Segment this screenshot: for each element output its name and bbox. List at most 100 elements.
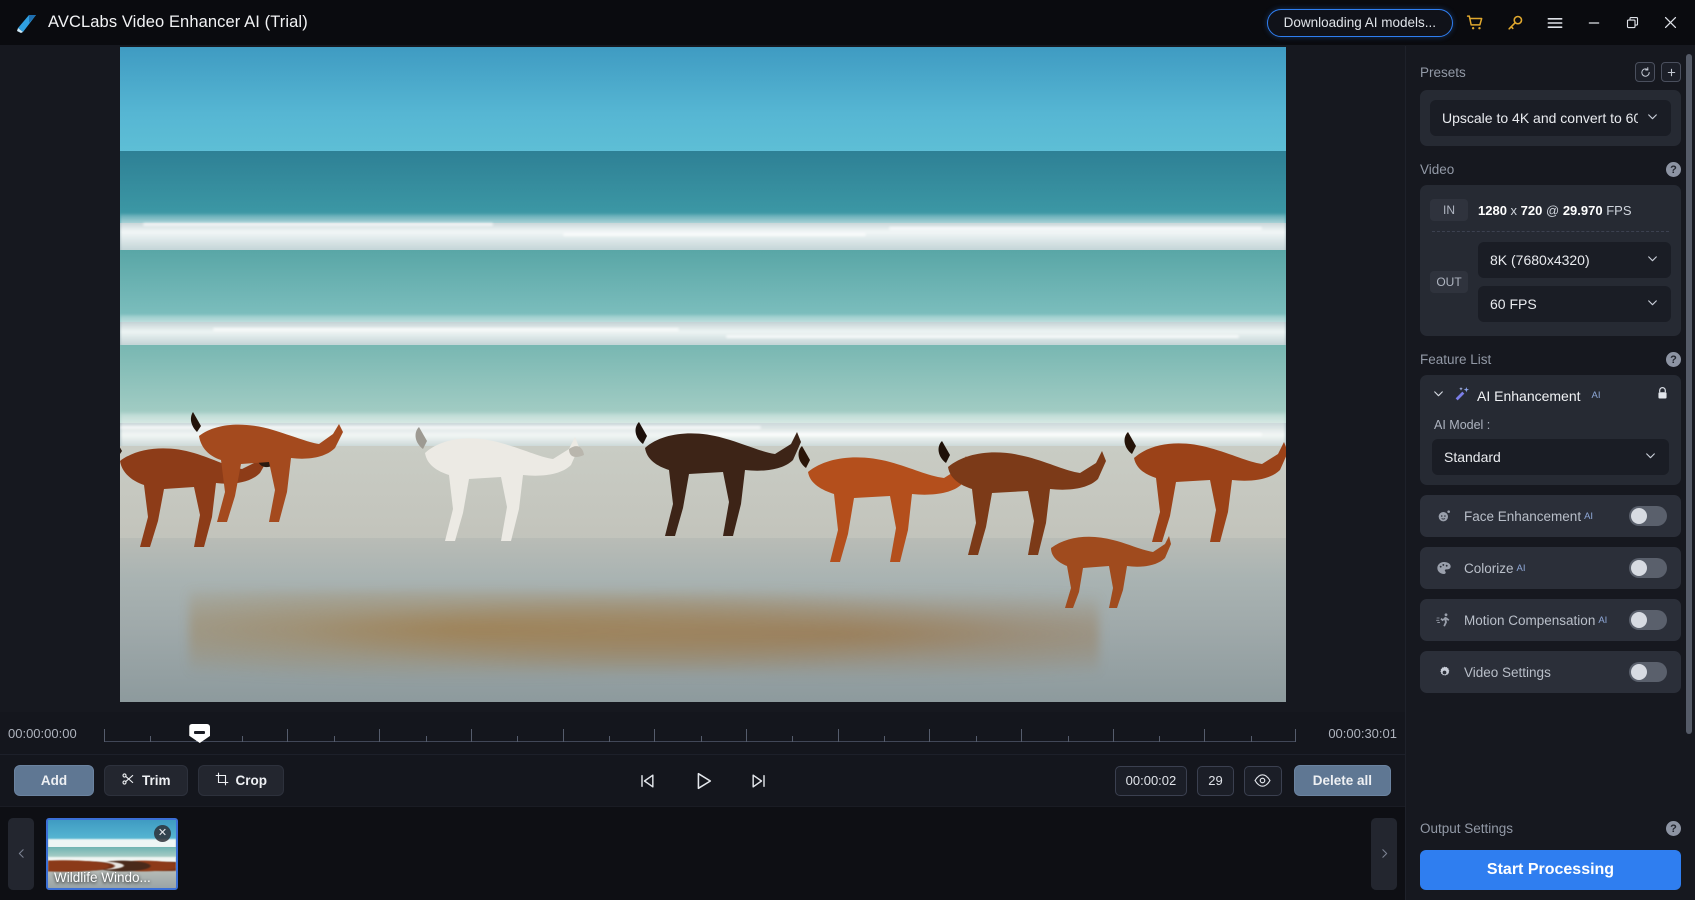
editor-column: 00:00:00:00 [0,46,1405,900]
scene-wave-streak [143,223,493,226]
download-status-pill[interactable]: Downloading AI models... [1267,9,1453,37]
skip-next-icon[interactable] [748,770,770,792]
crop-button-label: Crop [236,773,268,788]
output-settings-header[interactable]: Output Settings ? [1420,811,1681,844]
crop-button[interactable]: Crop [198,765,285,796]
timeline-tick [1113,729,1114,742]
ai-enhancement-label: AI Enhancement [1477,388,1581,404]
feature-colorize[interactable]: Colorize AI [1420,547,1681,589]
timeline-tick [838,729,839,742]
app-title: AVCLabs Video Enhancer AI (Trial) [48,13,308,32]
timeline-tick [654,729,655,742]
plus-icon[interactable] [1661,62,1681,82]
help-icon[interactable]: ? [1666,821,1681,836]
feature-motion-compensation[interactable]: Motion Compensation AI [1420,599,1681,641]
video-frame[interactable] [120,47,1286,702]
timeline-ruler[interactable] [104,720,1295,746]
maximize-restore-icon[interactable] [1615,6,1649,40]
timeline-end-time: 00:00:30:01 [1305,726,1397,741]
add-button[interactable]: Add [14,765,94,796]
control-bar: Add Trim [0,754,1405,806]
timeline-bar[interactable]: 00:00:00:00 [0,712,1405,754]
minimize-icon[interactable] [1577,6,1611,40]
ai-model-value: Standard [1444,449,1501,465]
feature-label: Motion Compensation [1464,613,1595,628]
output-settings-title: Output Settings [1420,821,1513,836]
timeline-ruler-line [104,741,1295,742]
input-x: x [1511,203,1518,218]
eye-icon[interactable] [1244,766,1282,796]
feature-video-settings[interactable]: Video Settings [1420,651,1681,693]
cart-icon[interactable] [1457,6,1493,40]
scissors-icon [121,772,135,789]
scene-horse-foal [1041,514,1171,610]
video-settings-toggle[interactable] [1629,662,1667,682]
output-fps-value: 60 FPS [1490,296,1537,312]
ai-model-select[interactable]: Standard [1432,439,1669,475]
timeline-tick [701,736,702,742]
input-fps-unit: FPS [1606,203,1631,218]
filmstrip: ✕ Wildlife Windo... [0,806,1405,900]
chevron-down-icon[interactable] [1432,387,1445,405]
hamburger-menu-icon[interactable] [1537,6,1573,40]
scene-sky [120,47,1286,158]
delete-all-button[interactable]: Delete all [1294,765,1391,796]
scene-wave-streak [563,233,866,236]
video-card: IN 1280 x 720 @ 29.970 FPS OUT [1420,185,1681,336]
help-icon[interactable]: ? [1666,162,1681,177]
ai-enhancement-header[interactable]: AI Enhancement AI [1432,385,1669,406]
ai-enhancement-card: AI Enhancement AI AI Model : Standard [1420,375,1681,485]
sidebar-scroll-area: Presets Upscale to 4K a [1406,46,1695,811]
ai-badge: AI [1598,615,1607,626]
skip-previous-icon[interactable] [636,770,658,792]
play-icon[interactable] [692,770,714,792]
scene-wave-streak [213,328,679,331]
timeline-tick [334,736,335,742]
title-bar: AVCLabs Video Enhancer AI (Trial) Downlo… [0,0,1695,46]
input-height: 720 [1521,203,1543,218]
scene-sea-mid [120,250,1286,322]
chevron-left-icon[interactable] [8,818,34,890]
list-item[interactable]: ✕ Wildlife Windo... [46,818,178,890]
crop-icon [215,772,229,789]
timeline-tick [242,736,243,742]
presets-actions [1635,62,1681,82]
presets-card: Upscale to 4K and convert to 60 fp [1420,90,1681,146]
ai-badge: AI [1517,563,1526,574]
output-fps-select[interactable]: 60 FPS [1478,286,1671,322]
video-preview-area [0,46,1405,712]
close-circle-icon[interactable]: ✕ [154,825,171,842]
feature-label: Face Enhancement [1464,509,1581,524]
timeline-tick [929,729,930,742]
output-resolution-value: 8K (7680x4320) [1490,252,1590,268]
chevron-right-icon[interactable] [1371,818,1397,890]
timeline-tick [1251,736,1252,742]
current-time-field[interactable]: 00:00:02 [1115,766,1188,796]
trim-button[interactable]: Trim [104,765,188,796]
sidebar-scrollbar[interactable] [1686,54,1692,734]
toggle-knob [1631,664,1647,680]
ai-model-label: AI Model : [1434,418,1669,432]
scene-wave-streak [726,335,1239,338]
timeline-tick [1068,736,1069,742]
lock-icon[interactable] [1656,386,1669,406]
timeline-tick [426,736,427,742]
motion-compensation-toggle[interactable] [1629,610,1667,630]
start-processing-label: Start Processing [1487,861,1614,879]
refresh-icon[interactable] [1635,62,1655,82]
key-icon[interactable] [1497,6,1533,40]
help-icon[interactable]: ? [1666,352,1681,367]
close-icon[interactable] [1653,6,1687,40]
face-enhancement-toggle[interactable] [1629,506,1667,526]
output-resolution-select[interactable]: 8K (7680x4320) [1478,242,1671,278]
input-at: @ [1546,203,1559,218]
gear-icon [1434,665,1454,680]
colorize-toggle[interactable] [1629,558,1667,578]
feature-face-enhancement[interactable]: Face Enhancement AI [1420,495,1681,537]
preset-select[interactable]: Upscale to 4K and convert to 60 fp [1430,100,1671,136]
face-icon [1434,508,1454,524]
preset-select-value: Upscale to 4K and convert to 60 fp [1442,110,1638,126]
current-frame-field[interactable]: 29 [1197,766,1233,796]
input-fps-value: 29.970 [1563,203,1603,218]
start-processing-button[interactable]: Start Processing [1420,850,1681,890]
